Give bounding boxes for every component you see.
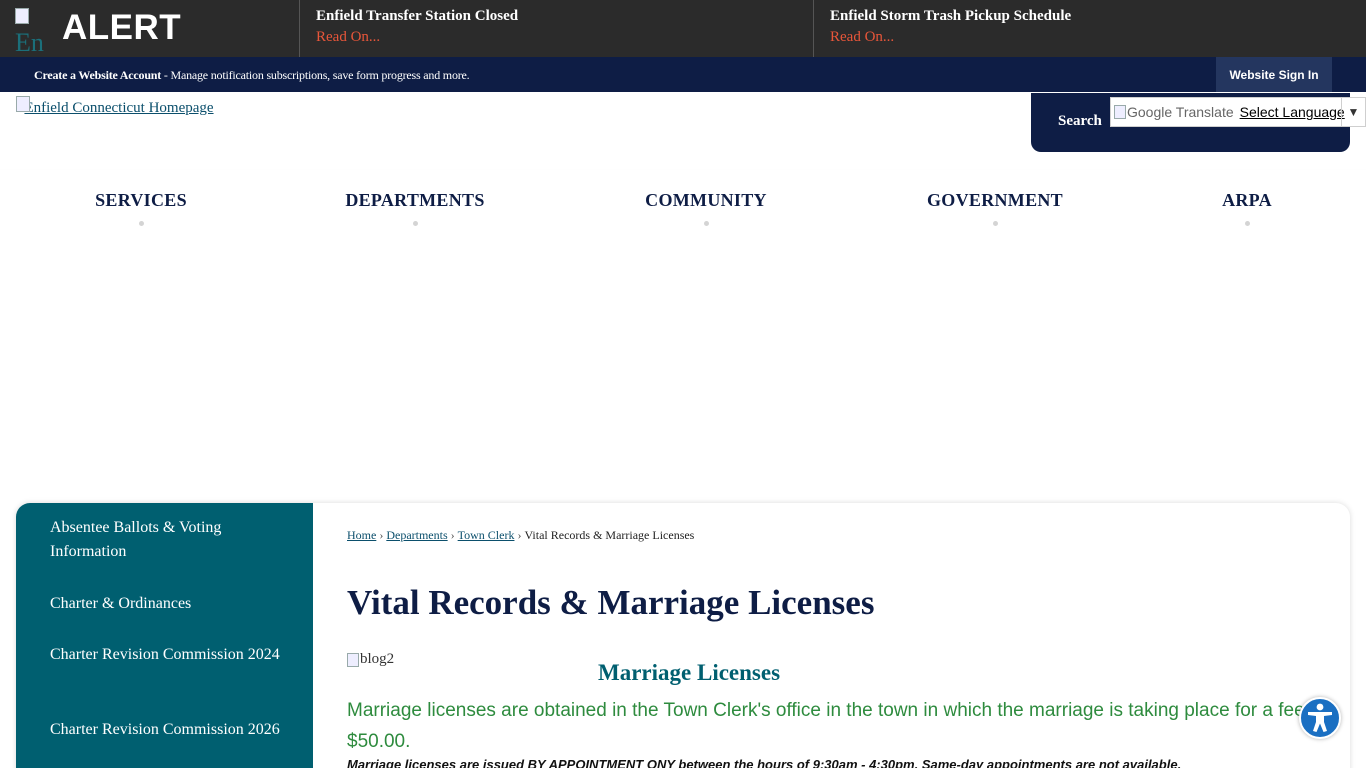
content-card: Absentee Ballots & Voting Information Ch… xyxy=(16,503,1350,768)
search-label[interactable]: Search xyxy=(1058,113,1102,130)
alert-bar: En ALERT Enfield Transfer Station Closed… xyxy=(0,0,1366,57)
sidebar-item-charter-revision-2026[interactable]: Charter Revision Commission 2026 xyxy=(50,718,280,742)
marriage-license-paragraph: Marriage licenses are obtained in the To… xyxy=(347,700,1326,752)
alert-logo-area: En ALERT xyxy=(0,0,300,57)
appointment-paragraph: Marriage licenses are issued BY APPOINTM… xyxy=(347,757,1182,768)
website-sign-in-button[interactable]: Website Sign In xyxy=(1216,57,1332,92)
nav-item-arpa[interactable]: ARPA xyxy=(1221,190,1273,226)
nav-item-services[interactable]: SERVICES xyxy=(94,190,188,226)
google-translate-logo: Google Translate xyxy=(1111,104,1234,120)
alert-title[interactable]: Enfield Transfer Station Closed xyxy=(316,8,797,25)
main-content: Home › Departments › Town Clerk › Vital Record… xyxy=(347,503,1337,768)
nav-item-label[interactable]: SERVICES xyxy=(95,190,187,210)
site-logo-alt-text[interactable]: Enfield Connecticut Homepage xyxy=(16,96,222,120)
blog-image: blog2 xyxy=(347,651,394,668)
nav-item-label[interactable]: COMMUNITY xyxy=(645,190,767,210)
nav-indicator-dot xyxy=(703,221,709,226)
breadcrumb-separator: › xyxy=(450,528,455,542)
broken-image-icon xyxy=(15,8,29,24)
nav-indicator-dot xyxy=(1244,221,1250,226)
broken-image-icon xyxy=(16,96,30,112)
sidebar-item-charter-ordinances[interactable]: Charter & Ordinances xyxy=(50,592,280,616)
nav-item-departments[interactable]: DEPARTMENTS xyxy=(343,190,487,226)
nav-indicator-dot xyxy=(412,221,418,226)
breadcrumb-departments-link[interactable]: Departments xyxy=(386,528,447,542)
account-message-text: - Manage notification subscriptions, sav… xyxy=(161,68,470,82)
sidebar-item-absentee-ballots[interactable]: Absentee Ballots & Voting Information xyxy=(50,516,280,564)
main-navigation: SERVICES DEPARTMENTS COMMUNITY GOVERNMEN… xyxy=(0,170,1366,251)
breadcrumb-home-link[interactable]: Home xyxy=(347,528,376,542)
broken-image-icon xyxy=(1114,105,1126,119)
page-title: Vital Records & Marriage Licenses xyxy=(347,583,875,622)
hero-banner xyxy=(0,251,1366,503)
account-message: Create a Website Account - Manage notifi… xyxy=(34,68,470,83)
nav-item-label[interactable]: DEPARTMENTS xyxy=(345,190,484,210)
alert-read-on-link[interactable]: Read On... xyxy=(316,29,797,46)
breadcrumb-separator: › xyxy=(517,528,522,542)
breadcrumb-separator: › xyxy=(379,528,384,542)
alert-item-storm-trash[interactable]: Enfield Storm Trash Pickup Schedule Read… xyxy=(814,0,1365,57)
sidebar-navigation: Absentee Ballots & Voting Information Ch… xyxy=(16,503,313,768)
alert-logo-alt-text: En xyxy=(15,28,44,53)
dropdown-arrow-icon[interactable]: ▼ xyxy=(1341,98,1365,126)
nav-item-government[interactable]: GOVERNMENT xyxy=(925,190,1065,226)
breadcrumb-town-clerk-link[interactable]: Town Clerk xyxy=(458,528,515,542)
site-logo-link[interactable]: Enfield Connecticut Homepage xyxy=(16,96,222,146)
account-bar: Create a Website Account - Manage notifi… xyxy=(0,57,1366,92)
alert-logo-image: En xyxy=(15,8,55,52)
accessibility-button[interactable] xyxy=(1299,697,1341,739)
select-language-dropdown[interactable]: Select Language xyxy=(1240,104,1345,120)
google-translate-widget[interactable]: Google Translate Select Language ▼ xyxy=(1110,97,1366,127)
alert-read-on-link[interactable]: Read On... xyxy=(830,29,1349,46)
google-translate-alt-text: Google Translate xyxy=(1127,104,1234,120)
nav-indicator-dot xyxy=(992,221,998,226)
accessibility-icon xyxy=(1308,703,1332,732)
nav-item-label[interactable]: GOVERNMENT xyxy=(927,190,1063,210)
alert-heading: ALERT xyxy=(62,8,182,47)
breadcrumb-current: Vital Records & Marriage Licenses xyxy=(524,528,695,542)
alert-item-transfer-station[interactable]: Enfield Transfer Station Closed Read On.… xyxy=(300,0,814,57)
nav-indicator-dot xyxy=(138,221,144,226)
section-heading-marriage-licenses: Marriage Licenses xyxy=(598,660,781,685)
nav-item-label[interactable]: ARPA xyxy=(1222,190,1272,210)
blog-image-alt-text: blog2 xyxy=(360,651,395,667)
alert-title[interactable]: Enfield Storm Trash Pickup Schedule xyxy=(830,8,1349,25)
nav-item-community[interactable]: COMMUNITY xyxy=(643,190,769,226)
sidebar-item-charter-revision-2024[interactable]: Charter Revision Commission 2024 xyxy=(50,643,280,667)
broken-image-icon xyxy=(347,652,359,667)
breadcrumb: Home › Departments › Town Clerk › Vital Record… xyxy=(347,528,694,543)
create-account-link[interactable]: Create a Website Account xyxy=(34,68,161,82)
